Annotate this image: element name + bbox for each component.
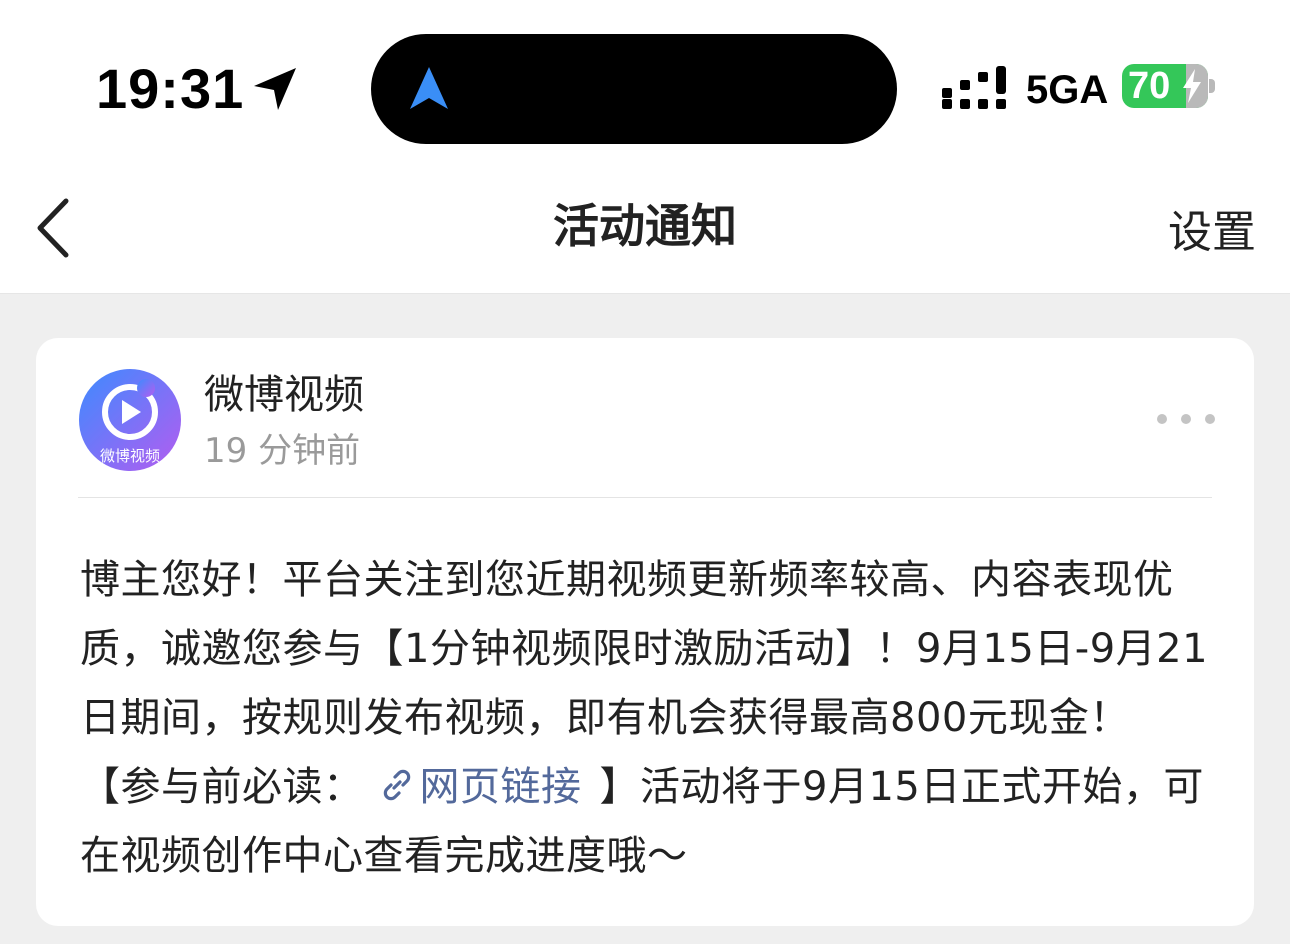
message-card: 微博视频 微博视频 19 分钟前 博主您好！平台关注到您近期视频更新频率较高、内… (36, 338, 1254, 926)
sender-name[interactable]: 微博视频 (204, 368, 364, 422)
status-time: 19:31 (96, 57, 245, 120)
web-link-label[interactable]: 网页链接 (420, 764, 582, 810)
avatar[interactable]: 微博视频 (78, 368, 182, 472)
battery-tip (1209, 79, 1215, 93)
web-link[interactable]: 网页链接 (364, 764, 582, 810)
page-title: 活动通知 (553, 199, 737, 253)
navigation-arrow-icon (410, 67, 448, 109)
more-options-icon[interactable] (1154, 402, 1218, 436)
cellular-signal-icon (942, 66, 1006, 109)
avatar-label: 微博视频 (100, 447, 160, 465)
location-arrow-icon (254, 68, 296, 110)
battery-level: 70 (1128, 65, 1171, 107)
divider (78, 497, 1212, 498)
nav-bar: 活动通知 设置 (0, 175, 1290, 294)
message-time: 19 分钟前 (204, 431, 361, 471)
settings-button[interactable]: 设置 (1168, 203, 1256, 263)
message-body: 博主您好！平台关注到您近期视频更新频率较高、内容表现优质，诚邀您参与【1分钟视频… (80, 546, 1210, 891)
status-bar: 19:31 5GA 70 (0, 0, 1290, 175)
link-icon (383, 769, 410, 801)
charging-bolt-icon (1183, 69, 1201, 103)
network-type: 5GA (1026, 68, 1109, 112)
